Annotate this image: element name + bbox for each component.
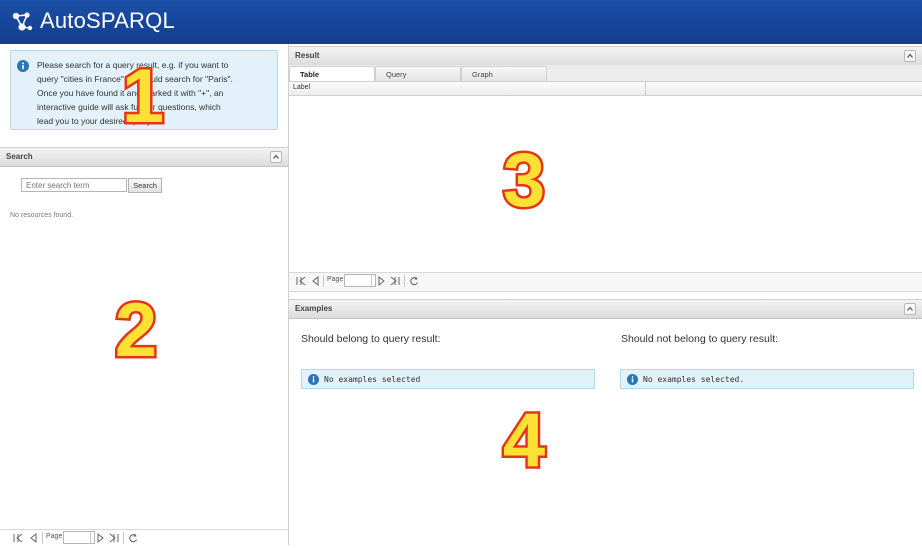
first-page-icon[interactable] <box>12 532 24 544</box>
tab-query[interactable]: Query <box>375 66 461 81</box>
negative-examples-message: No examples selected. <box>643 375 745 384</box>
callout-3: 3 <box>500 140 547 216</box>
last-page-icon[interactable] <box>108 532 120 544</box>
callout-1: 1 <box>119 58 166 130</box>
next-page-icon[interactable] <box>375 275 387 287</box>
right-column: Result Table Query Graph Label Page Exam… <box>289 44 922 545</box>
callout-1-number: 1 <box>122 58 164 130</box>
result-tabs: Table Query Graph <box>289 65 922 82</box>
positive-examples-heading: Should belong to query result: <box>301 333 441 345</box>
collapse-result-button[interactable] <box>904 50 916 62</box>
info-icon <box>627 374 638 385</box>
chevron-up-icon <box>907 306 913 311</box>
search-panel-title: Search <box>6 152 33 161</box>
last-page-icon[interactable] <box>389 275 401 287</box>
previous-page-icon[interactable] <box>310 275 322 287</box>
result-table-header: Label <box>289 82 922 96</box>
callout-4: 4 <box>500 400 547 476</box>
refresh-icon[interactable] <box>408 275 420 287</box>
collapse-search-button[interactable] <box>270 151 282 163</box>
callout-4-number: 4 <box>503 400 545 476</box>
collapse-examples-button[interactable] <box>904 303 916 315</box>
info-icon <box>17 60 29 72</box>
result-panel-title: Result <box>295 51 320 60</box>
next-page-icon[interactable] <box>94 532 106 544</box>
positive-examples-message: No examples selected <box>324 375 421 384</box>
search-button[interactable]: Search <box>128 178 162 193</box>
callout-3-number: 3 <box>503 140 545 216</box>
info-icon <box>308 374 319 385</box>
chevron-up-icon <box>907 53 913 58</box>
page-label: Page <box>46 533 63 540</box>
app-header: AutoSPARQL <box>0 0 922 44</box>
empty-results-message: No resources found. <box>10 212 74 219</box>
callout-2-number: 2 <box>115 290 157 366</box>
negative-examples-heading: Should not belong to query result: <box>621 333 779 345</box>
search-input[interactable] <box>21 178 127 192</box>
tab-graph[interactable]: Graph <box>461 66 547 81</box>
first-page-icon[interactable] <box>295 275 307 287</box>
examples-panel-title: Examples <box>295 304 333 313</box>
refresh-icon[interactable] <box>127 532 139 544</box>
search-pager: Page <box>0 529 288 548</box>
tab-table[interactable]: Table <box>289 66 375 81</box>
autosparql-logo-icon <box>12 12 33 31</box>
result-pager: Page <box>289 272 922 292</box>
negative-examples-box: No examples selected. <box>620 369 914 389</box>
examples-panel-header: Examples <box>289 299 922 319</box>
previous-page-icon[interactable] <box>28 532 40 544</box>
chevron-up-icon <box>273 154 279 159</box>
page-label: Page <box>327 276 344 283</box>
column-header-label[interactable]: Label <box>293 84 310 91</box>
app-title: AutoSPARQL <box>40 8 175 33</box>
callout-2: 2 <box>112 290 159 366</box>
search-panel-header: Search <box>0 147 288 167</box>
positive-examples-box: No examples selected <box>301 369 595 389</box>
result-panel-header: Result <box>289 46 922 66</box>
